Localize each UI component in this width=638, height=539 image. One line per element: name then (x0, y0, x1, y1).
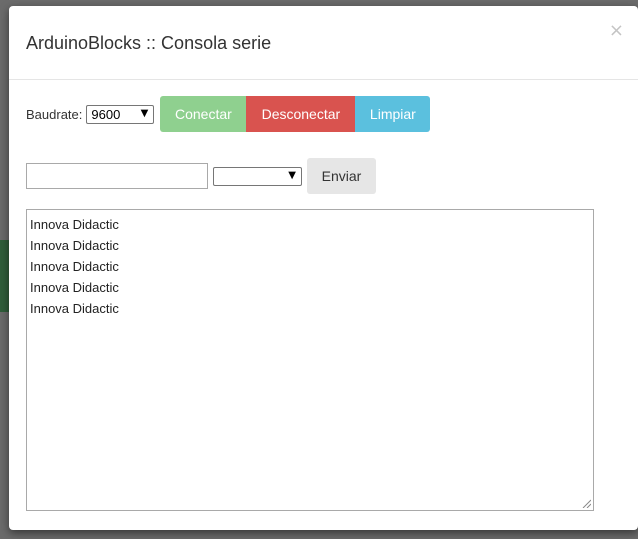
console-line: Innova Didactic (30, 259, 119, 274)
modal-title: ArduinoBlocks :: Consola serie (26, 33, 272, 53)
clear-button[interactable]: Limpiar (355, 96, 431, 132)
console-line: Innova Didactic (30, 301, 119, 316)
console-line: Innova Didactic (30, 238, 119, 253)
send-toolbar: ▼ Enviar (26, 158, 376, 194)
disconnect-button[interactable]: Desconectar (246, 96, 356, 132)
resize-grip-icon[interactable] (581, 498, 591, 508)
close-icon[interactable]: × (609, 22, 624, 40)
baudrate-value: 9600 (91, 106, 121, 122)
send-button[interactable]: Enviar (307, 158, 376, 194)
baudrate-label: Baudrate: (26, 106, 83, 122)
line-ending-select[interactable]: ▼ (213, 166, 302, 186)
send-input[interactable] (26, 163, 208, 189)
serial-console-modal: ArduinoBlocks :: Consola serie × Baudrat… (9, 6, 638, 530)
modal-header: ArduinoBlocks :: Consola serie × (9, 6, 638, 80)
baudrate-select[interactable]: 9600 ▼ (86, 104, 155, 124)
connect-button[interactable]: Conectar (160, 96, 247, 132)
console-line: Innova Didactic (30, 217, 119, 232)
background-page-fragment (0, 240, 9, 312)
console-output[interactable]: Innova Didactic Innova Didactic Innova D… (26, 209, 594, 511)
chevron-down-icon: ▼ (288, 169, 296, 181)
console-line: Innova Didactic (30, 280, 119, 295)
connection-toolbar: Baudrate: 9600 ▼ Conectar Desconectar Li… (26, 96, 431, 132)
chevron-down-icon: ▼ (140, 107, 149, 119)
